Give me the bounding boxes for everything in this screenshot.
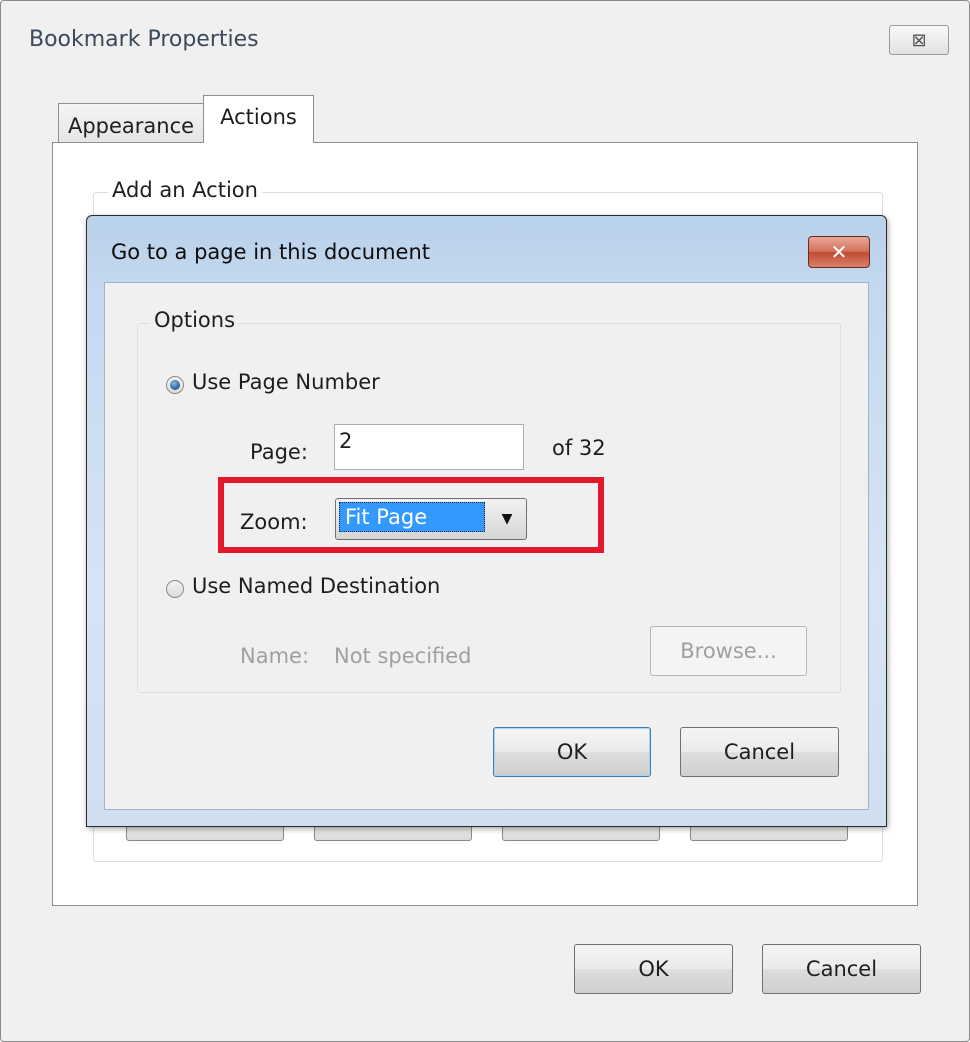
dialog-ok-button[interactable]: OK bbox=[493, 727, 651, 777]
name-value: Not specified bbox=[334, 644, 472, 668]
use-named-destination-label[interactable]: Use Named Destination bbox=[192, 574, 440, 598]
page-label: Page: bbox=[250, 440, 308, 464]
use-page-number-radio[interactable] bbox=[166, 376, 184, 394]
zoom-highlight-box bbox=[218, 477, 604, 553]
tab-appearance[interactable]: Appearance bbox=[58, 103, 204, 147]
outer-cancel-button[interactable]: Cancel bbox=[762, 944, 921, 994]
dialog-cancel-button[interactable]: Cancel bbox=[680, 727, 839, 777]
window-title: Bookmark Properties bbox=[29, 27, 259, 52]
use-named-destination-radio[interactable] bbox=[166, 580, 184, 598]
name-label: Name: bbox=[240, 644, 310, 668]
page-count-label: of 32 bbox=[552, 436, 606, 460]
dialog-close-button[interactable]: ✕ bbox=[808, 236, 870, 268]
outer-ok-button[interactable]: OK bbox=[574, 944, 733, 994]
options-group-label: Options bbox=[150, 308, 240, 332]
close-icon: ⊠ bbox=[911, 29, 927, 51]
page-number-input[interactable]: 2 bbox=[334, 424, 524, 470]
close-icon: ✕ bbox=[830, 240, 848, 264]
add-action-group-label: Add an Action bbox=[108, 178, 262, 202]
outer-close-button[interactable]: ⊠ bbox=[889, 25, 949, 55]
browse-button[interactable]: Browse... bbox=[650, 626, 807, 676]
tab-actions[interactable]: Actions bbox=[203, 95, 314, 143]
use-page-number-label[interactable]: Use Page Number bbox=[192, 370, 380, 394]
dialog-title: Go to a page in this document bbox=[111, 240, 430, 264]
